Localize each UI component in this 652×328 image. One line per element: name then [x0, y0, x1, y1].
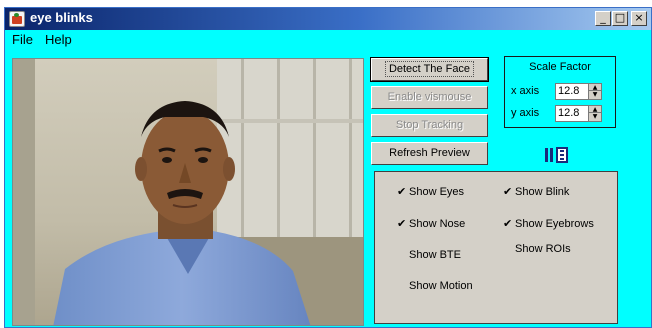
check-icon: ✔ [397, 186, 407, 198]
refresh-preview-button[interactable]: Refresh Preview [371, 142, 488, 165]
camera-preview [12, 58, 364, 326]
film-icon[interactable] [556, 147, 568, 163]
close-button[interactable]: × [631, 11, 647, 26]
x-axis-value[interactable]: 12.8 [558, 85, 579, 97]
x-axis-spin-buttons: ▲ ▼ [588, 84, 601, 99]
option-show-blink-label: Show Blink [515, 186, 570, 198]
y-axis-spinner[interactable]: 12.8 ▲ ▼ [555, 105, 602, 122]
display-options-panel: ✔ Show Eyes ✔ Show Blink ✔ Show Nose ✔ Show … [374, 171, 618, 324]
detect-face-button[interactable]: Detect The Face [370, 57, 489, 82]
app-icon [9, 11, 25, 27]
x-axis-label: x axis [511, 85, 540, 97]
option-show-blink[interactable]: ✔ Show Blink [503, 185, 569, 198]
app-window: eye blinks _ □ × File Help Detect The Fa… [4, 7, 652, 328]
option-show-eyebrows[interactable]: ✔ Show Eyebrows [503, 217, 594, 230]
enable-vismouse-button[interactable]: Enable vismouse [371, 86, 488, 109]
y-axis-decrement-icon[interactable]: ▼ [589, 113, 601, 120]
camera-frame-image [13, 59, 363, 325]
pause-icon[interactable] [544, 148, 554, 162]
option-show-nose[interactable]: ✔ Show Nose [397, 217, 465, 230]
check-icon: ✔ [503, 186, 513, 198]
option-show-motion[interactable]: Show Motion [409, 280, 473, 292]
scale-factor-panel: Scale Factor x axis 12.8 ▲ ▼ y axis 12.8… [504, 56, 616, 128]
y-axis-label: y axis [511, 107, 540, 119]
option-show-eyes[interactable]: ✔ Show Eyes [397, 185, 464, 198]
check-icon: ✔ [503, 218, 513, 230]
option-show-eyebrows-label: Show Eyebrows [515, 218, 594, 230]
menu-file[interactable]: File [12, 32, 33, 47]
option-show-rois-label: Show ROIs [515, 243, 571, 255]
maximize-button[interactable]: □ [612, 11, 628, 26]
menu-bar: File Help [5, 30, 651, 51]
title-bar[interactable]: eye blinks _ □ × [5, 8, 651, 30]
y-axis-value[interactable]: 12.8 [558, 107, 579, 119]
detect-face-button-label: Detect The Face [384, 61, 475, 77]
minimize-button[interactable]: _ [595, 11, 611, 26]
option-show-bte-label: Show BTE [409, 249, 461, 261]
option-show-nose-label: Show Nose [409, 218, 466, 230]
option-show-eyes-label: Show Eyes [409, 186, 465, 198]
x-axis-decrement-icon[interactable]: ▼ [589, 91, 601, 98]
menu-help[interactable]: Help [45, 32, 72, 47]
window-title: eye blinks [30, 10, 93, 25]
option-show-bte[interactable]: Show BTE [409, 249, 461, 261]
x-axis-spinner[interactable]: 12.8 ▲ ▼ [555, 83, 602, 100]
stop-tracking-button[interactable]: Stop Tracking [371, 114, 488, 137]
option-show-motion-label: Show Motion [409, 280, 473, 292]
scale-factor-title: Scale Factor [529, 61, 591, 73]
option-show-rois[interactable]: Show ROIs [515, 243, 571, 255]
y-axis-increment-icon[interactable]: ▲ [589, 106, 601, 113]
x-axis-increment-icon[interactable]: ▲ [589, 84, 601, 91]
y-axis-spin-buttons: ▲ ▼ [588, 106, 601, 121]
check-icon: ✔ [397, 218, 407, 230]
